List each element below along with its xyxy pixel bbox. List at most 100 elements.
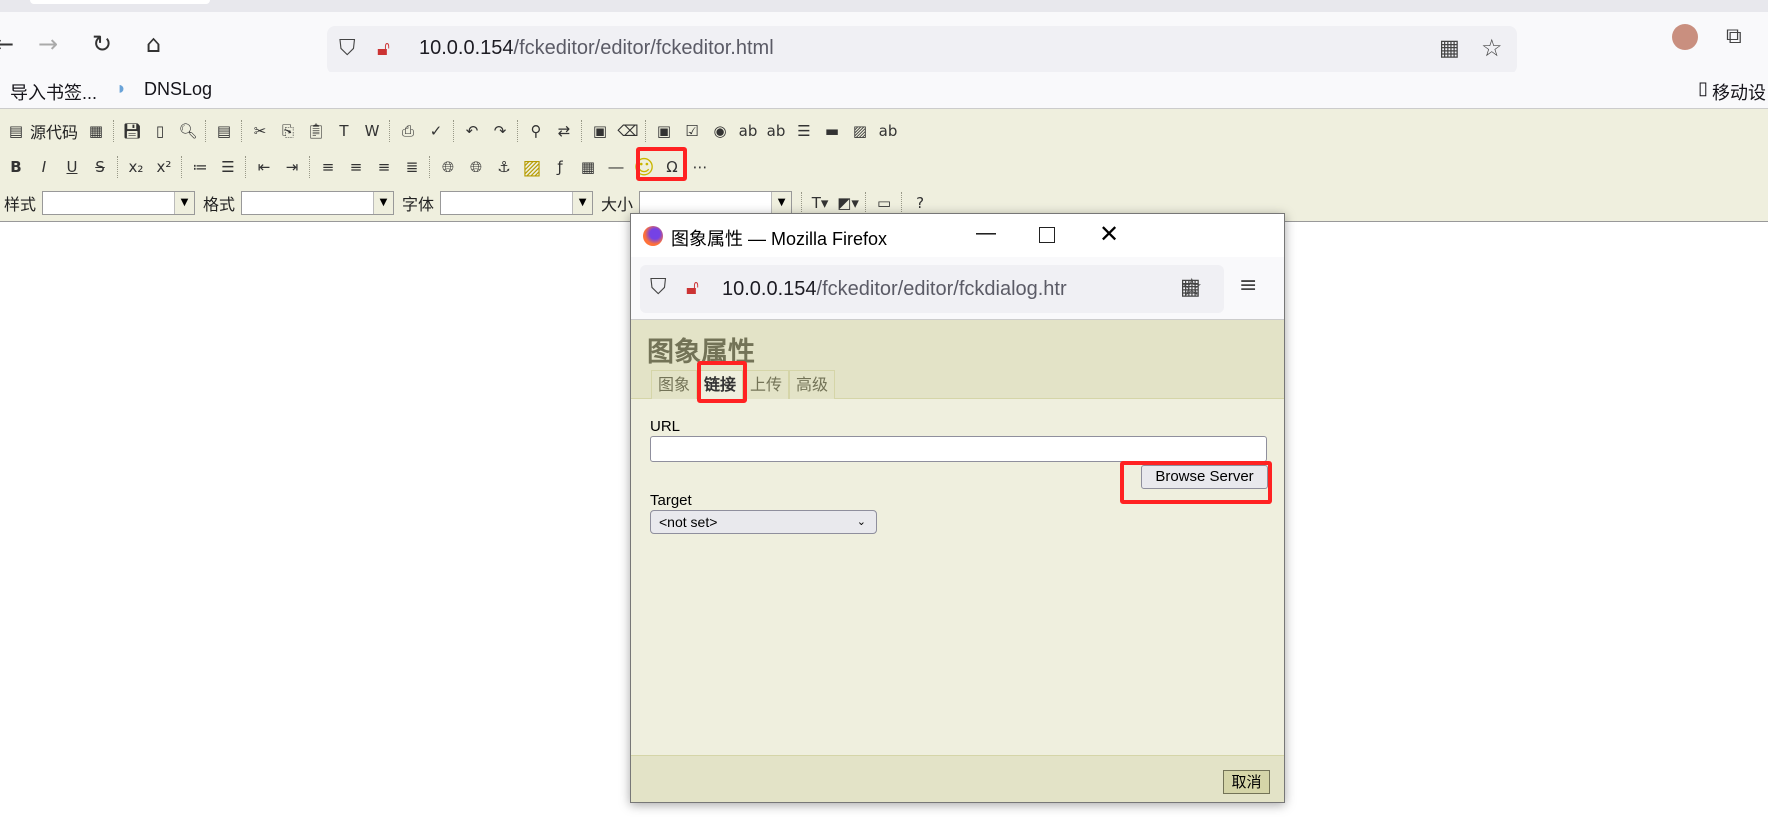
indent-button[interactable]: ⇥ — [280, 155, 304, 179]
source-button[interactable]: ▤ — [4, 119, 28, 143]
home-icon[interactable]: ⌂ — [146, 32, 161, 56]
text-color-button[interactable]: T▾ — [808, 191, 832, 215]
target-select[interactable]: <not set> ⌄ — [650, 510, 877, 534]
select-field-button[interactable]: ☰ — [792, 119, 816, 143]
source-label[interactable]: 源代码 — [30, 119, 78, 143]
select-all-button[interactable]: ▣ — [588, 119, 612, 143]
dropdown-arrow-icon[interactable]: ▼ — [373, 192, 394, 214]
shield-icon[interactable]: ⛉ — [650, 275, 667, 300]
superscript-button[interactable]: x² — [152, 155, 176, 179]
image-button[interactable]: ▨ — [520, 155, 544, 179]
address-bar[interactable]: ⛉ 🔓︎ 10.0.0.154/fckeditor/editor/fckedit… — [327, 26, 1517, 74]
copy-button[interactable]: ⎘ — [276, 119, 300, 143]
insecure-lock-icon[interactable]: 🔓︎ — [377, 36, 390, 60]
background-color-button[interactable]: ◩▾ — [836, 191, 860, 215]
dialog-address-bar[interactable]: ⛉ 🔓︎ 10.0.0.154/fckeditor/editor/fckdial… — [640, 265, 1224, 313]
combo-3[interactable]: ▼ — [639, 191, 793, 215]
text-field-button[interactable]: ab — [736, 119, 760, 143]
remove-format-button[interactable]: ⌫ — [616, 119, 640, 143]
unordered-list-button[interactable]: ☰ — [216, 155, 240, 179]
back-icon[interactable]: ← — [0, 32, 14, 56]
reload-icon[interactable]: ↻ — [92, 32, 112, 56]
cut-button[interactable]: ✂ — [248, 119, 272, 143]
close-icon[interactable]: ✕ — [1099, 220, 1119, 249]
justify-left-button[interactable]: ≡ — [316, 155, 340, 179]
ordered-list-button[interactable]: ≔ — [188, 155, 212, 179]
unlink-button[interactable]: 🌐︎ — [464, 155, 488, 179]
browse-server-button[interactable]: Browse Server — [1141, 465, 1268, 489]
about-icon: ? — [916, 194, 925, 212]
page-break-button[interactable]: ⋯ — [688, 155, 712, 179]
combo-0[interactable]: ▼ — [42, 191, 196, 215]
menu-icon[interactable]: ≡ — [1239, 273, 1257, 298]
image-button-button[interactable]: ▨ — [848, 119, 872, 143]
anchor-button[interactable]: ⚓ — [492, 155, 516, 179]
undo-button[interactable]: ↶ — [460, 119, 484, 143]
maximize-icon[interactable] — [1039, 227, 1055, 243]
combo-1[interactable]: ▼ — [241, 191, 395, 215]
mobile-bookmarks[interactable]: 移动设 — [1712, 79, 1766, 105]
bookmark-import[interactable]: 导入书签... — [10, 79, 97, 105]
paste-text-button[interactable]: T — [332, 119, 356, 143]
save-button[interactable]: 💾︎ — [120, 119, 144, 143]
firefox-logo-icon — [643, 226, 663, 246]
tab-link[interactable]: 链接 — [697, 370, 744, 399]
italic-button[interactable]: I — [32, 155, 56, 179]
print-button[interactable]: ⎙ — [396, 119, 420, 143]
table-button[interactable]: ▦ — [576, 155, 600, 179]
active-tab[interactable] — [30, 0, 210, 4]
spellcheck-button[interactable]: ✓ — [424, 119, 448, 143]
paste-button[interactable]: 📋︎ — [304, 119, 328, 143]
justify-right-button[interactable]: ≡ — [372, 155, 396, 179]
tab-upload[interactable]: 上传 — [743, 370, 790, 399]
underline-button[interactable]: U — [60, 155, 84, 179]
document-properties-button[interactable]: ▦ — [84, 119, 108, 143]
bookmark-star-icon[interactable]: ☆ — [1181, 273, 1203, 301]
about-button[interactable]: ? — [908, 191, 932, 215]
justify-full-button[interactable]: ≣ — [400, 155, 424, 179]
dropdown-arrow-icon[interactable]: ▼ — [771, 192, 792, 214]
button-button[interactable]: ▬ — [820, 119, 844, 143]
justify-center-button[interactable]: ≡ — [344, 155, 368, 179]
dropdown-arrow-icon[interactable]: ▼ — [572, 192, 593, 214]
preview-button[interactable]: 🔍︎ — [176, 119, 200, 143]
textarea-button[interactable]: ab — [764, 119, 788, 143]
radio-button[interactable]: ◉ — [708, 119, 732, 143]
qr-code-icon[interactable]: ▦ — [1439, 36, 1460, 61]
dropdown-arrow-icon[interactable]: ▼ — [174, 192, 195, 214]
fit-window-button[interactable]: ▭ — [872, 191, 896, 215]
outdent-button[interactable]: ⇤ — [252, 155, 276, 179]
combo-2[interactable]: ▼ — [440, 191, 594, 215]
url-input[interactable] — [650, 436, 1267, 462]
minimize-icon[interactable]: — — [976, 222, 996, 245]
redo-button[interactable]: ↷ — [488, 119, 512, 143]
special-char-button[interactable]: Ω — [660, 155, 684, 179]
hidden-field-button[interactable]: ab — [876, 119, 900, 143]
profile-avatar[interactable] — [1672, 24, 1698, 50]
link-button[interactable]: 🌐︎ — [436, 155, 460, 179]
insecure-lock-icon[interactable]: 🔓︎ — [686, 275, 699, 299]
paste-word-button[interactable]: W — [360, 119, 384, 143]
bookmark-star-icon[interactable]: ☆ — [1481, 34, 1503, 62]
shield-icon[interactable]: ⛉ — [339, 36, 356, 61]
templates-button[interactable]: ▤ — [212, 119, 236, 143]
smiley-button[interactable]: ☺ — [632, 155, 656, 179]
forward-icon[interactable]: → — [38, 32, 58, 56]
strikethrough-button[interactable]: S — [88, 155, 112, 179]
subscript-button[interactable]: x₂ — [124, 155, 148, 179]
form-button[interactable]: ▣ — [652, 119, 676, 143]
cancel-button[interactable]: 取消 — [1223, 770, 1270, 794]
preview-icon: 🔍︎ — [178, 122, 198, 140]
flash-button[interactable]: ƒ — [548, 155, 572, 179]
replace-button[interactable]: ⇄ — [552, 119, 576, 143]
url-host: 10.0.0.154 — [419, 37, 514, 59]
bookmark-dnslog[interactable]: DNSLog — [144, 79, 212, 100]
extensions-icon[interactable]: ⧉ — [1726, 24, 1742, 49]
tab-advanced[interactable]: 高级 — [789, 370, 836, 399]
find-button[interactable]: ⚲ — [524, 119, 548, 143]
bold-button[interactable]: B — [4, 155, 28, 179]
new-page-button[interactable]: ▯ — [148, 119, 172, 143]
horizontal-rule-button[interactable]: ― — [604, 155, 628, 179]
checkbox-button[interactable]: ☑ — [680, 119, 704, 143]
tab-image[interactable]: 图象 — [651, 370, 698, 399]
